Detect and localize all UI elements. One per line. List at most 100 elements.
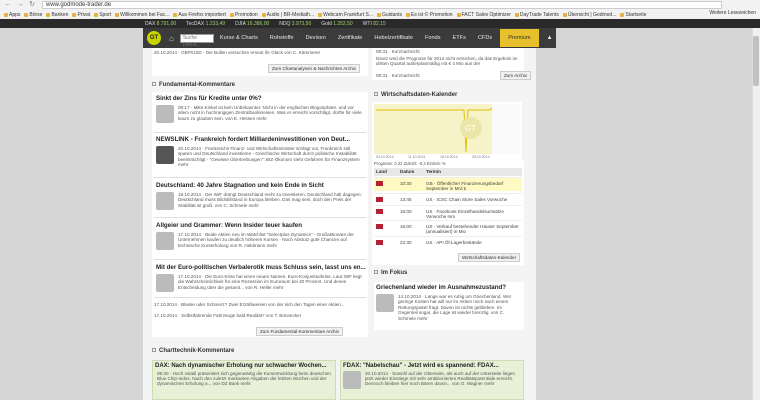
- bookmark-item[interactable]: Promotion: [229, 12, 258, 18]
- home-icon[interactable]: ⌂: [169, 34, 174, 43]
- calendar-archive-button[interactable]: Wirtschaftsdaten-Kalender: [458, 253, 521, 262]
- top-right-line3: 08:31 · Kurznachricht: [376, 73, 420, 78]
- news-card[interactable]: Deutschland: 40 Jahre Stagnation und kei…: [154, 180, 366, 218]
- nav-etfs[interactable]: ETFs: [447, 35, 472, 41]
- scrollbar[interactable]: [752, 28, 760, 400]
- chart-blank-area: [492, 104, 520, 154]
- bookmark-item[interactable]: Audio | BR-Mediath...: [261, 11, 315, 18]
- bookmark-item[interactable]: DayTrade Talents: [514, 11, 559, 18]
- calendar-row[interactable]: 22:30 US · API Öl-Lagerbestände: [374, 236, 522, 250]
- top-right-line1: 08:31 · Kurznachricht: [376, 49, 420, 54]
- ticker-name: DAX: [145, 20, 156, 27]
- bookmark-label: DayTrade Talents: [519, 11, 559, 18]
- scrollbar-thumb[interactable]: [753, 36, 759, 86]
- news-card[interactable]: NEWSLINK - Frankreich fordert Milliarden…: [154, 134, 366, 178]
- chevron-down-icon[interactable]: ▲: [547, 35, 553, 41]
- nav-kurse-charts[interactable]: Kurse & Charts: [214, 35, 264, 41]
- bookmark-label: Börse: [29, 11, 43, 18]
- ticker-name: WTI: [362, 20, 372, 27]
- news-card-title[interactable]: NEWSLINK - Frankreich fordert Milliarden…: [154, 134, 366, 145]
- nav-fonds[interactable]: Fonds: [419, 35, 447, 41]
- section-calendar-title: Wirtschaftsdaten-Kalender: [381, 92, 458, 98]
- calendar-chart[interactable]: GT 04.10.2014 11.10.2014 18.10.2014 25.1…: [372, 102, 522, 160]
- site-logo[interactable]: GT: [147, 31, 161, 45]
- back-icon[interactable]: ←: [4, 1, 12, 9]
- ticker-item[interactable]: DJIA 16.386,00: [235, 21, 269, 27]
- top-left-row[interactable]: 20.10.2014 · GBP/USD · Die Bullen versuc…: [154, 50, 366, 55]
- bookmark-item[interactable]: Startseite: [620, 11, 647, 18]
- main-navigation: GT ⌂ Suche (WKN,... Kurse & Charts Rohst…: [143, 28, 556, 48]
- bookmark-item[interactable]: Apps: [4, 12, 20, 18]
- nav-zertifikate[interactable]: Zertifikate: [332, 35, 369, 41]
- section-icon: [374, 270, 378, 274]
- flag-icon: [376, 209, 383, 214]
- bookmark-item[interactable]: FACT Sales Optimizer: [456, 12, 511, 18]
- charttechnik-left-title[interactable]: DAX: Nach dynamischer Erholung nur schwa…: [153, 361, 335, 371]
- bookmark-item[interactable]: Guidants: [377, 12, 402, 18]
- ticker-item[interactable]: TecDAX 1.233,49: [186, 21, 225, 27]
- news-card[interactable]: Sinkt der Zins für Kredite unter 0%? 08:…: [154, 93, 366, 133]
- ticker-item[interactable]: Gold 1.252,50: [321, 21, 352, 27]
- bookmark-item[interactable]: Übersicht | Godmod...: [562, 12, 616, 18]
- ticker-item[interactable]: NDQ 3.973,50: [279, 21, 311, 27]
- nav-rohstoffe[interactable]: Rohstoffe: [264, 35, 300, 41]
- folder-icon: [406, 12, 411, 17]
- author-avatar: [156, 232, 174, 250]
- bookmark-label: Willkommen bei Fac...: [120, 11, 170, 18]
- nav-hebelzertifikate[interactable]: Hebelzertifikate: [368, 35, 419, 41]
- folder-icon: [456, 12, 461, 17]
- news-card[interactable]: Mit der Euro-politischen Verbalerotik mu…: [154, 262, 366, 298]
- bookmark-item[interactable]: Sport: [94, 12, 111, 18]
- folder-icon: [94, 12, 99, 17]
- news-card-text: 20.10.2014 · Frankreichs Finanz- und Wir…: [178, 146, 360, 168]
- calendar-row[interactable]: 15:00 US · Facebook Einzelhandelsumsätze …: [374, 205, 522, 219]
- ticker-value: 3.973,50: [291, 20, 312, 27]
- bookmark-label: Audio | BR-Mediath...: [266, 11, 315, 18]
- x-tick-label: 18.10.2014: [440, 155, 458, 159]
- fundamental-archive-button[interactable]: Zum Fundamental-Kommentare Archiv: [256, 327, 343, 336]
- nav-devisen[interactable]: Devisen: [300, 35, 332, 41]
- top-right-archive-button[interactable]: Zum Archiv: [500, 71, 531, 80]
- calendar-time: 16:00: [400, 224, 412, 229]
- ticker-name: NDQ: [279, 20, 291, 27]
- reload-icon[interactable]: ↻: [28, 1, 36, 9]
- charttechnik-right-title[interactable]: FDAX: "Nabelschau" - Jetzt wird es spann…: [341, 361, 523, 371]
- market-ticker: DAX 8.791,00 TecDAX 1.233,49 DJIA 16.386,0…: [0, 19, 760, 28]
- chartanalysen-archive-button[interactable]: Zum Chartanalysen & Nachrichten Archiv: [268, 64, 360, 73]
- forward-icon[interactable]: →: [16, 1, 24, 9]
- charttechnik-card-right[interactable]: FDAX: "Nabelschau" - Jetzt wird es spann…: [340, 360, 524, 400]
- news-card-title[interactable]: Deutschland: 40 Jahre Stagnation und kei…: [154, 180, 366, 191]
- author-avatar: [156, 105, 174, 123]
- search-input[interactable]: Suche (WKN,...: [179, 33, 214, 48]
- news-card[interactable]: Allgeier und Grammer: Wenn Insider teuer…: [154, 220, 366, 260]
- folder-icon: [24, 12, 29, 17]
- address-bar[interactable]: www.godmode-trader.de: [42, 1, 722, 9]
- bookmark-item[interactable]: Es ist © Promotion: [406, 12, 453, 18]
- flag-icon: [376, 197, 383, 202]
- bookmark-item[interactable]: Webcam Frankfurt S...: [318, 12, 373, 18]
- calendar-row[interactable]: 16:00 US · Verkauf bestehender Häuser Sep…: [374, 220, 522, 234]
- fokus-title[interactable]: Griechenland wieder im Ausnahmezustand?: [374, 282, 524, 293]
- ticker-item[interactable]: WTI 82,15: [363, 21, 386, 27]
- bookmark-label: Startseite: [625, 11, 647, 18]
- ticker-item[interactable]: DAX 8.791,00: [145, 21, 176, 27]
- nav-cfds[interactable]: CFDs: [472, 35, 498, 41]
- bookmark-item[interactable]: Börse: [24, 12, 42, 18]
- news-card-title[interactable]: Sinkt der Zins für Kredite unter 0%?: [154, 93, 366, 104]
- bookmark-item[interactable]: Willkommen bei Fac...: [115, 12, 169, 18]
- bookmark-item[interactable]: Privat: [72, 12, 90, 18]
- news-small-row[interactable]: 17.10.2014 · Blasse oder Schmerz? Zwei E…: [154, 302, 366, 307]
- news-card-title[interactable]: Mit der Euro-politischen Verbalerotik mu…: [154, 262, 366, 273]
- news-small-row[interactable]: 17.10.2014 · Selbstfahrende Fahrzeuge ba…: [154, 313, 366, 318]
- bookmark-item[interactable]: Aus Firefox importiert: [173, 12, 226, 18]
- bookmark-item[interactable]: Banken: [46, 12, 68, 18]
- nav-premium[interactable]: Premium: [500, 29, 539, 47]
- charttechnik-card-left[interactable]: DAX: Nach dynamischer Erholung nur schwa…: [152, 360, 336, 400]
- calendar-chart-svg: GT 04.10.2014 11.10.2014 18.10.2014 25.1…: [374, 104, 520, 159]
- news-card-title[interactable]: Allgeier und Grammer: Wenn Insider teuer…: [154, 220, 366, 231]
- fokus-card[interactable]: Griechenland wieder im Ausnahmezustand? …: [374, 282, 524, 330]
- other-bookmarks[interactable]: Weitere Lesezeichen: [709, 10, 756, 16]
- col-datum: Datum: [400, 169, 415, 174]
- ticker-value: 1.233,49: [205, 20, 226, 27]
- calendar-row[interactable]: 10:30 GB · Öffentlicher Finanzierungsbeda…: [374, 177, 522, 191]
